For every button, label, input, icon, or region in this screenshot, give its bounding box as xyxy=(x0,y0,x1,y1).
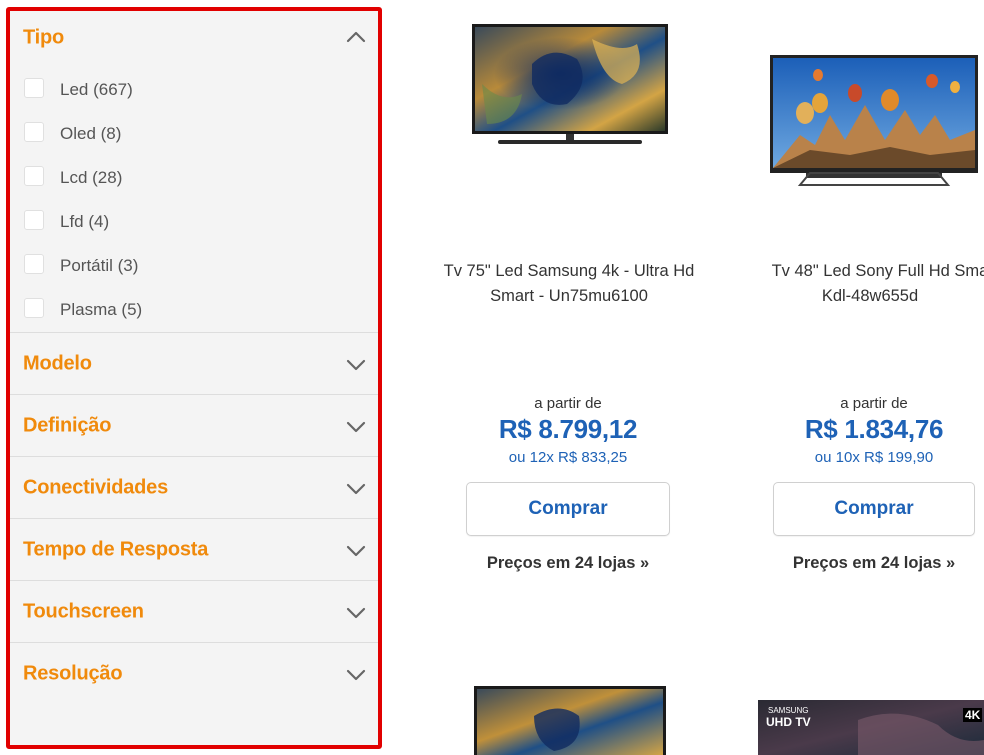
filter-group-conectividades[interactable]: Conectividades xyxy=(10,457,378,519)
product-price: R$ 1.834,76 xyxy=(804,414,944,444)
filter-options-tipo: Led (667) Oled (8) Lcd (28) Lfd (4) Port… xyxy=(10,65,378,333)
4k-badge: 4K xyxy=(963,708,983,722)
price-from-label: a partir de xyxy=(534,395,602,412)
product-image-partial-samsung-uhd[interactable]: SAMSUNG UHD TV 4K xyxy=(758,700,984,755)
buy-button[interactable]: Comprar xyxy=(466,482,670,536)
filter-option-lcd[interactable]: Lcd (28) xyxy=(10,165,378,209)
filter-group-definicao[interactable]: Definição xyxy=(10,395,378,457)
installments-text: ou 12x R$ 833,25 xyxy=(508,449,628,466)
checkbox[interactable] xyxy=(24,122,44,142)
checkbox[interactable] xyxy=(24,254,44,274)
filter-option-label: Plasma (5) xyxy=(60,300,143,319)
filter-option-oled[interactable]: Oled (8) xyxy=(10,121,378,165)
filter-group-touchscreen[interactable]: Touchscreen xyxy=(10,581,378,643)
filter-sidebar: Tipo Led (667) Oled (8) Lcd (28) Lfd (4)… xyxy=(6,7,382,749)
brand-label: SAMSUNG xyxy=(768,706,809,715)
chevron-down-icon[interactable] xyxy=(344,352,368,376)
filter-option-label: Lfd (4) xyxy=(60,212,110,231)
chevron-down-icon[interactable] xyxy=(344,662,368,686)
filter-group-title: Touchscreen xyxy=(23,600,144,622)
product-title-line1[interactable]: Tv 75" Led Samsung 4k - Ultra Hd xyxy=(404,259,734,284)
chevron-down-icon[interactable] xyxy=(344,414,368,438)
filter-option-label: Portátil (3) xyxy=(60,256,139,275)
checkbox[interactable] xyxy=(24,298,44,318)
filter-group-tempo-de-resposta[interactable]: Tempo de Resposta xyxy=(10,519,378,581)
filter-option-led[interactable]: Led (667) xyxy=(10,77,378,121)
filter-group-title: Resolução xyxy=(23,662,123,685)
uhd-label: UHD TV xyxy=(766,715,811,729)
price-from-label: a partir de xyxy=(840,395,908,412)
filter-group-title: Tipo xyxy=(23,26,65,49)
product-image-samsung-tv[interactable] xyxy=(472,24,668,150)
product-image-sony-tv[interactable] xyxy=(770,55,978,187)
filter-group-title: Modelo xyxy=(23,352,92,374)
filter-option-portatil[interactable]: Portátil (3) xyxy=(10,253,378,297)
filter-option-label: Lcd (28) xyxy=(60,168,123,187)
filter-group-resolucao[interactable]: Resolução xyxy=(10,643,378,705)
chevron-up-icon[interactable] xyxy=(344,26,368,50)
product-title-line2[interactable]: Kdl-48w655d xyxy=(720,284,984,309)
chevron-down-icon[interactable] xyxy=(344,476,368,500)
filter-group-tipo[interactable]: Tipo xyxy=(10,11,378,65)
chevron-down-icon[interactable] xyxy=(344,600,368,624)
stores-link[interactable]: Preços em 24 lojas » xyxy=(754,554,984,573)
filter-group-title: Definição xyxy=(23,414,112,436)
checkbox[interactable] xyxy=(24,166,44,186)
chevron-down-icon[interactable] xyxy=(344,538,368,562)
filter-option-label: Oled (8) xyxy=(60,124,122,143)
filter-group-title: Tempo de Resposta xyxy=(23,538,209,560)
product-image-partial[interactable] xyxy=(474,686,666,755)
filter-group-modelo[interactable]: Modelo xyxy=(10,333,378,395)
checkbox[interactable] xyxy=(24,210,44,230)
checkbox[interactable] xyxy=(24,78,44,98)
product-title-line2[interactable]: Smart - Un75mu6100 xyxy=(404,284,734,309)
product-title-line1[interactable]: Tv 48" Led Sony Full Hd Smart xyxy=(720,259,984,284)
buy-button[interactable]: Comprar xyxy=(773,482,975,536)
product-price: R$ 8.799,12 xyxy=(498,414,638,444)
stores-link[interactable]: Preços em 24 lojas » xyxy=(448,554,688,573)
filter-group-title: Conectividades xyxy=(23,476,169,498)
filter-option-lfd[interactable]: Lfd (4) xyxy=(10,209,378,253)
filter-option-label: Led (667) xyxy=(60,80,133,99)
installments-text: ou 10x R$ 199,90 xyxy=(814,449,934,466)
